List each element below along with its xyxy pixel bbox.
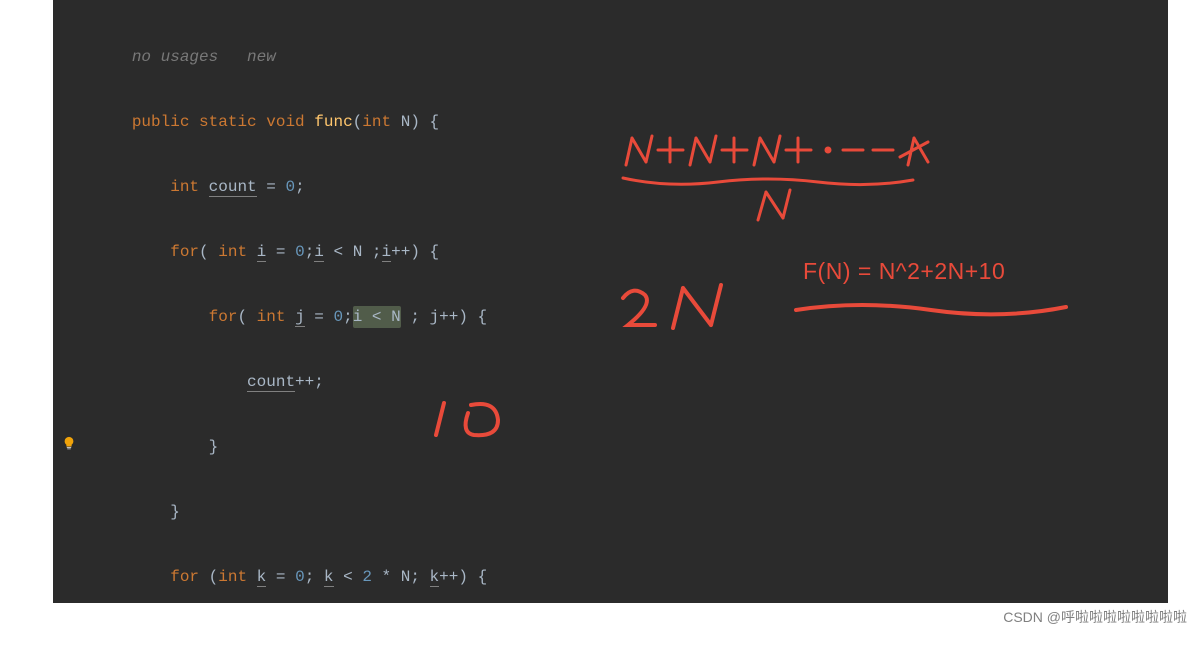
code-line: count++;	[103, 366, 1148, 399]
code-line: for (int k = 0; k < 2 * N; k++) {	[103, 561, 1148, 594]
code-line: public static void func(int N) {	[103, 106, 1148, 139]
code-line: for( int j = 0;i < N ; j++) {	[103, 301, 1148, 334]
lightbulb-icon[interactable]	[62, 436, 76, 450]
editor-gutter	[53, 0, 83, 603]
code-hint-line: no usages new	[103, 41, 1148, 74]
code-line: }	[103, 496, 1148, 529]
code-line: for( int i = 0;i < N ;i++) {	[103, 236, 1148, 269]
watermark: CSDN @呼啦啦啦啦啦啦啦啦	[1003, 607, 1187, 627]
code-line: int count = 0;	[103, 171, 1148, 204]
code-content[interactable]: no usages new public static void func(in…	[83, 0, 1168, 603]
code-line: }	[103, 431, 1148, 464]
code-editor[interactable]: no usages new public static void func(in…	[53, 0, 1168, 603]
